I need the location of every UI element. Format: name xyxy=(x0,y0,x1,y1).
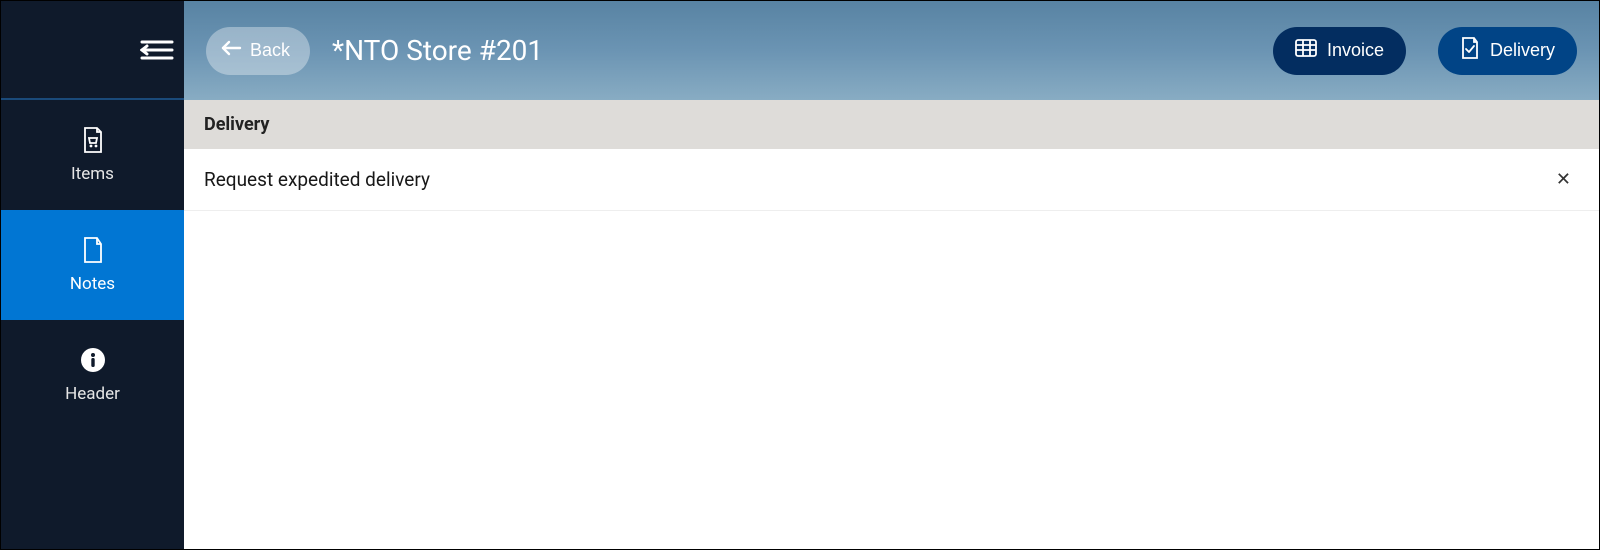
section-header: Delivery xyxy=(184,100,1599,149)
document-icon xyxy=(79,236,107,264)
sidebar-item-items[interactable]: Items xyxy=(1,100,184,210)
sidebar-item-header[interactable]: Header xyxy=(1,320,184,430)
sidebar-item-notes[interactable]: Notes xyxy=(1,210,184,320)
sidebar: Items Notes Header xyxy=(1,1,184,549)
sidebar-top xyxy=(1,1,184,100)
sidebar-item-label: Header xyxy=(65,384,120,404)
delivery-icon xyxy=(1460,37,1480,64)
back-button-label: Back xyxy=(250,40,290,61)
invoice-icon xyxy=(1295,39,1317,62)
arrow-left-icon xyxy=(220,39,242,62)
header-bar: Back *NTO Store #201 Invoice xyxy=(184,1,1599,100)
note-text: Request expedited delivery xyxy=(204,168,430,191)
back-button[interactable]: Back xyxy=(206,27,310,75)
close-icon: ✕ xyxy=(1556,169,1571,189)
menu-collapse-icon[interactable] xyxy=(140,39,174,61)
page-title: *NTO Store #201 xyxy=(332,34,543,67)
delivery-button-label: Delivery xyxy=(1490,40,1555,61)
delivery-button[interactable]: Delivery xyxy=(1438,27,1577,75)
sidebar-item-label: Items xyxy=(71,164,114,184)
content-empty-area xyxy=(184,211,1599,549)
main-area: Back *NTO Store #201 Invoice xyxy=(184,1,1599,549)
sidebar-item-label: Notes xyxy=(70,274,115,294)
note-row: Request expedited delivery ✕ xyxy=(184,149,1599,211)
invoice-button-label: Invoice xyxy=(1327,40,1384,61)
cart-document-icon xyxy=(79,126,107,154)
info-icon xyxy=(79,346,107,374)
invoice-button[interactable]: Invoice xyxy=(1273,27,1406,75)
note-delete-button[interactable]: ✕ xyxy=(1548,165,1579,194)
